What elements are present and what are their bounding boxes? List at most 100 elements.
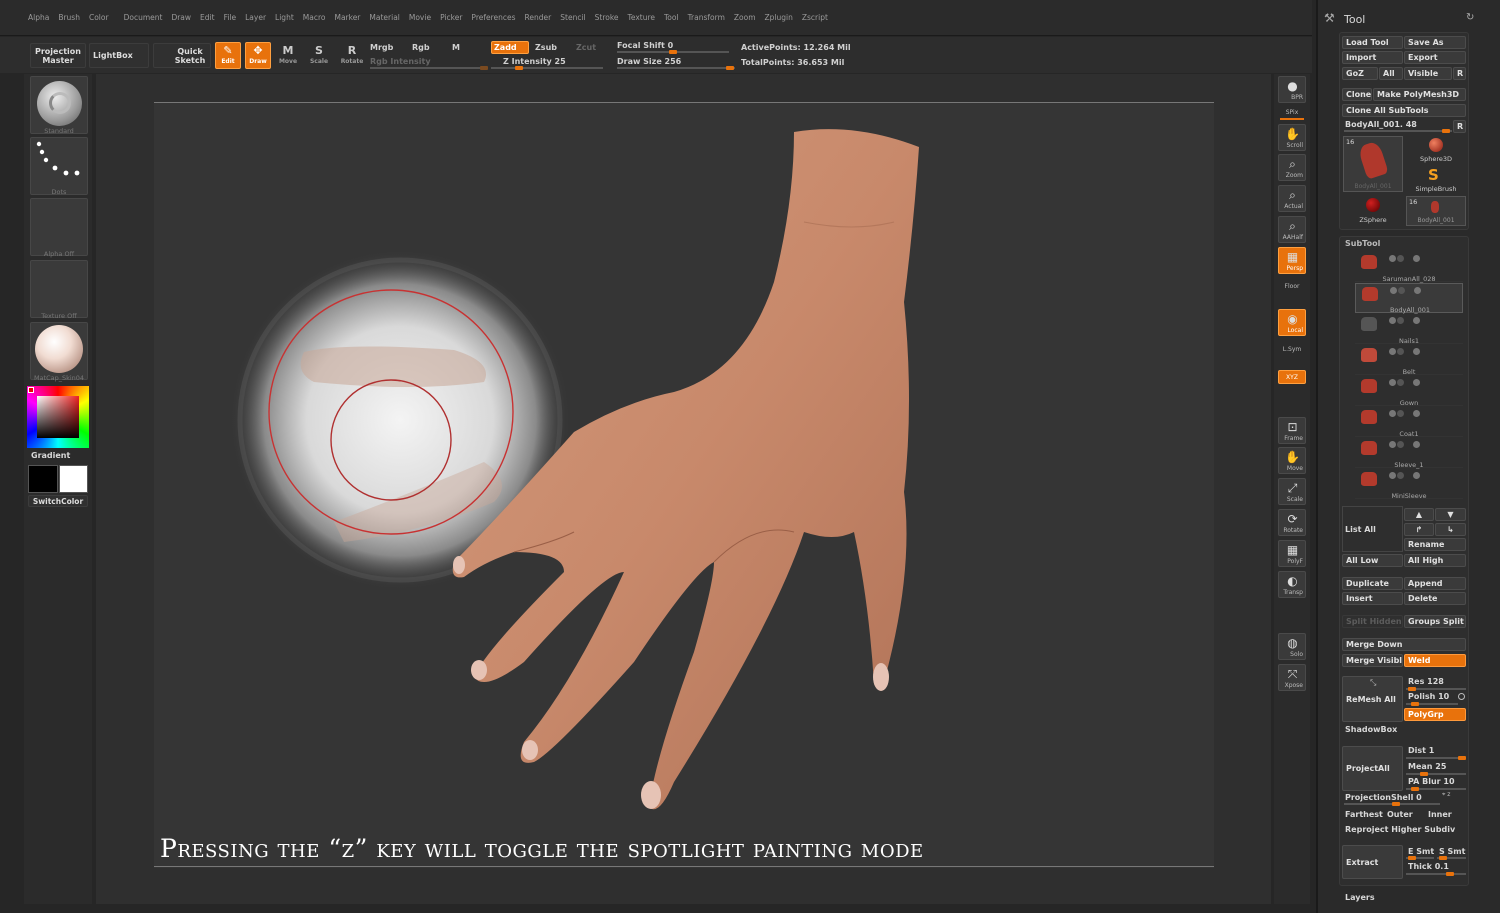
shelf-polyf-button[interactable]: ▦ PolyF (1278, 540, 1306, 567)
menu-edit[interactable]: Edit (200, 13, 215, 22)
shelf-rotate-button[interactable]: ⟳ Rotate (1278, 509, 1306, 536)
alpha-selector[interactable] (30, 198, 88, 256)
menu-material[interactable]: Material (369, 13, 399, 22)
subtool-toggle-icon[interactable] (1397, 255, 1404, 262)
subtool-item[interactable]: SarumanAll_028 (1355, 252, 1463, 283)
goz-button[interactable]: GoZ (1342, 67, 1378, 80)
shelf-transp-button[interactable]: ◐ Transp (1278, 571, 1306, 598)
shelf-floor-button[interactable]: Floor (1278, 279, 1306, 293)
subtool-visibility-icon[interactable] (1389, 472, 1396, 479)
dist-slider[interactable]: Dist 1 (1408, 746, 1434, 755)
reproject-higher-subdiv-button[interactable]: Reproject Higher Subdiv (1345, 825, 1455, 834)
subtool-item[interactable]: Nails1 (1355, 314, 1463, 345)
viewport[interactable] (154, 102, 1214, 868)
draw-size-track[interactable] (617, 66, 735, 70)
subtool-visibility-icon[interactable] (1389, 255, 1396, 262)
subtool-toggle-icon[interactable] (1413, 255, 1420, 262)
subtool-toggle-icon[interactable] (1397, 317, 1404, 324)
s-smt-slider[interactable]: S Smt (1439, 847, 1465, 856)
menu-light[interactable]: Light (275, 13, 294, 22)
dist-track[interactable] (1406, 756, 1466, 760)
pa-blur-track[interactable] (1406, 787, 1466, 791)
subtool-toggle-icon[interactable] (1398, 287, 1405, 294)
projection-shell-slider[interactable]: ProjectionShell 0 (1345, 793, 1422, 802)
menu-stroke[interactable]: Stroke (595, 13, 619, 22)
subtool-toggle-icon[interactable] (1397, 441, 1404, 448)
projectall-button[interactable]: ProjectAll (1342, 746, 1403, 791)
shadowbox-section[interactable]: ShadowBox (1345, 725, 1397, 734)
split-hidden-button[interactable]: Split Hidden (1342, 615, 1403, 628)
secondary-color-swatch[interactable] (59, 465, 88, 493)
dist-knob[interactable] (1458, 756, 1466, 760)
draw-size-slider[interactable]: Draw Size 256 (617, 57, 681, 66)
tool-thumb-bodyall-2[interactable]: 16 BodyAll_001 (1406, 196, 1466, 226)
goz-all-button[interactable]: All (1379, 67, 1403, 80)
panel-reset-icon[interactable]: ↻ (1466, 12, 1474, 23)
menu-layer[interactable]: Layer (245, 13, 266, 22)
draw-mode-button[interactable]: ✥ Draw (245, 42, 271, 69)
all-high-button[interactable]: All High (1404, 554, 1466, 567)
menu-picker[interactable]: Picker (440, 13, 462, 22)
shelf-bpr-button[interactable]: ● BPR (1278, 76, 1306, 103)
subtool-visibility-icon[interactable] (1389, 410, 1396, 417)
subtool-item[interactable]: BodyAll_001 (1355, 283, 1463, 314)
draw-size-knob[interactable] (726, 66, 734, 70)
color-picker-square[interactable] (37, 396, 79, 438)
subtool-toggle-icon[interactable] (1397, 410, 1404, 417)
scale-mode-button[interactable]: S Scale (307, 42, 331, 69)
all-low-button[interactable]: All Low (1342, 554, 1403, 567)
e-smt-slider[interactable]: E Smt (1408, 847, 1434, 856)
subtool-item[interactable]: Coat1 (1355, 407, 1463, 438)
shelf-xyz-button[interactable]: XYZ (1278, 370, 1306, 384)
tool-thumb-bodyall[interactable]: 16 BodyAll_001 (1343, 136, 1403, 192)
e-smt-track[interactable] (1406, 856, 1434, 860)
menu-document[interactable]: Document (124, 13, 163, 22)
shelf-actual-button[interactable]: ⌕ Actual (1278, 185, 1306, 212)
visible-button[interactable]: Visible (1404, 67, 1452, 80)
thick-knob[interactable] (1446, 872, 1454, 876)
subtool-header[interactable]: SubTool (1345, 239, 1380, 248)
lightbox-button[interactable]: LightBox (89, 43, 149, 68)
brush-selector[interactable] (30, 76, 88, 134)
save-as-button[interactable]: Save As (1404, 36, 1466, 49)
res-track[interactable] (1406, 687, 1466, 691)
load-tool-button[interactable]: Load Tool (1342, 36, 1403, 49)
shelf-solo-button[interactable]: ◍ Solo (1278, 633, 1306, 660)
append-button[interactable]: Append (1404, 577, 1466, 590)
thick-track[interactable] (1406, 872, 1466, 876)
e-smt-knob[interactable] (1408, 856, 1416, 860)
focal-shift-slider[interactable]: Focal Shift 0 (617, 41, 673, 50)
subtool-toggle-icon[interactable] (1397, 348, 1404, 355)
mean-knob[interactable] (1420, 772, 1428, 776)
res-slider[interactable]: Res 128 (1408, 677, 1444, 686)
import-button[interactable]: Import (1342, 51, 1403, 64)
zadd-button[interactable]: Zadd (491, 41, 529, 54)
menu-brush[interactable]: Brush (58, 13, 80, 22)
clone-button[interactable]: Clone (1342, 88, 1372, 101)
subtool-toggle-icon[interactable] (1397, 472, 1404, 479)
move-top-button[interactable]: ↱ (1404, 523, 1434, 536)
subtool-toggle-icon[interactable] (1414, 287, 1421, 294)
tool-thumb-sphere3d[interactable]: Sphere3D (1406, 136, 1466, 164)
farthest-button[interactable]: Farthest (1345, 810, 1383, 819)
z-intensity-knob[interactable] (515, 66, 523, 70)
spix-slider[interactable] (1280, 118, 1304, 120)
menu-render[interactable]: Render (525, 13, 552, 22)
subtool-item[interactable]: Belt (1355, 345, 1463, 376)
menu-macro[interactable]: Macro (303, 13, 326, 22)
delete-button[interactable]: Delete (1404, 592, 1466, 605)
mean-track[interactable] (1406, 772, 1466, 776)
subtool-item[interactable]: Gown (1355, 376, 1463, 407)
list-all-box[interactable] (1342, 506, 1403, 552)
shelf-lsym-button[interactable]: L.Sym (1278, 342, 1306, 356)
polygrp-toggle[interactable]: PolyGrp (1404, 708, 1466, 721)
move-down-button[interactable]: ▼ (1435, 508, 1466, 521)
shelf-spix-button[interactable]: SPix (1278, 105, 1306, 119)
rgb-button[interactable]: Rgb (412, 43, 430, 52)
switchcolor-button[interactable]: SwitchColor (28, 495, 88, 507)
s-smt-track[interactable] (1437, 856, 1466, 860)
menu-color[interactable]: Color (89, 13, 109, 22)
tool-thumb-simplebrush[interactable]: S SimpleBrush (1406, 166, 1466, 194)
projection-shell-track[interactable] (1344, 802, 1440, 806)
projection-shell-knob[interactable] (1392, 802, 1400, 806)
